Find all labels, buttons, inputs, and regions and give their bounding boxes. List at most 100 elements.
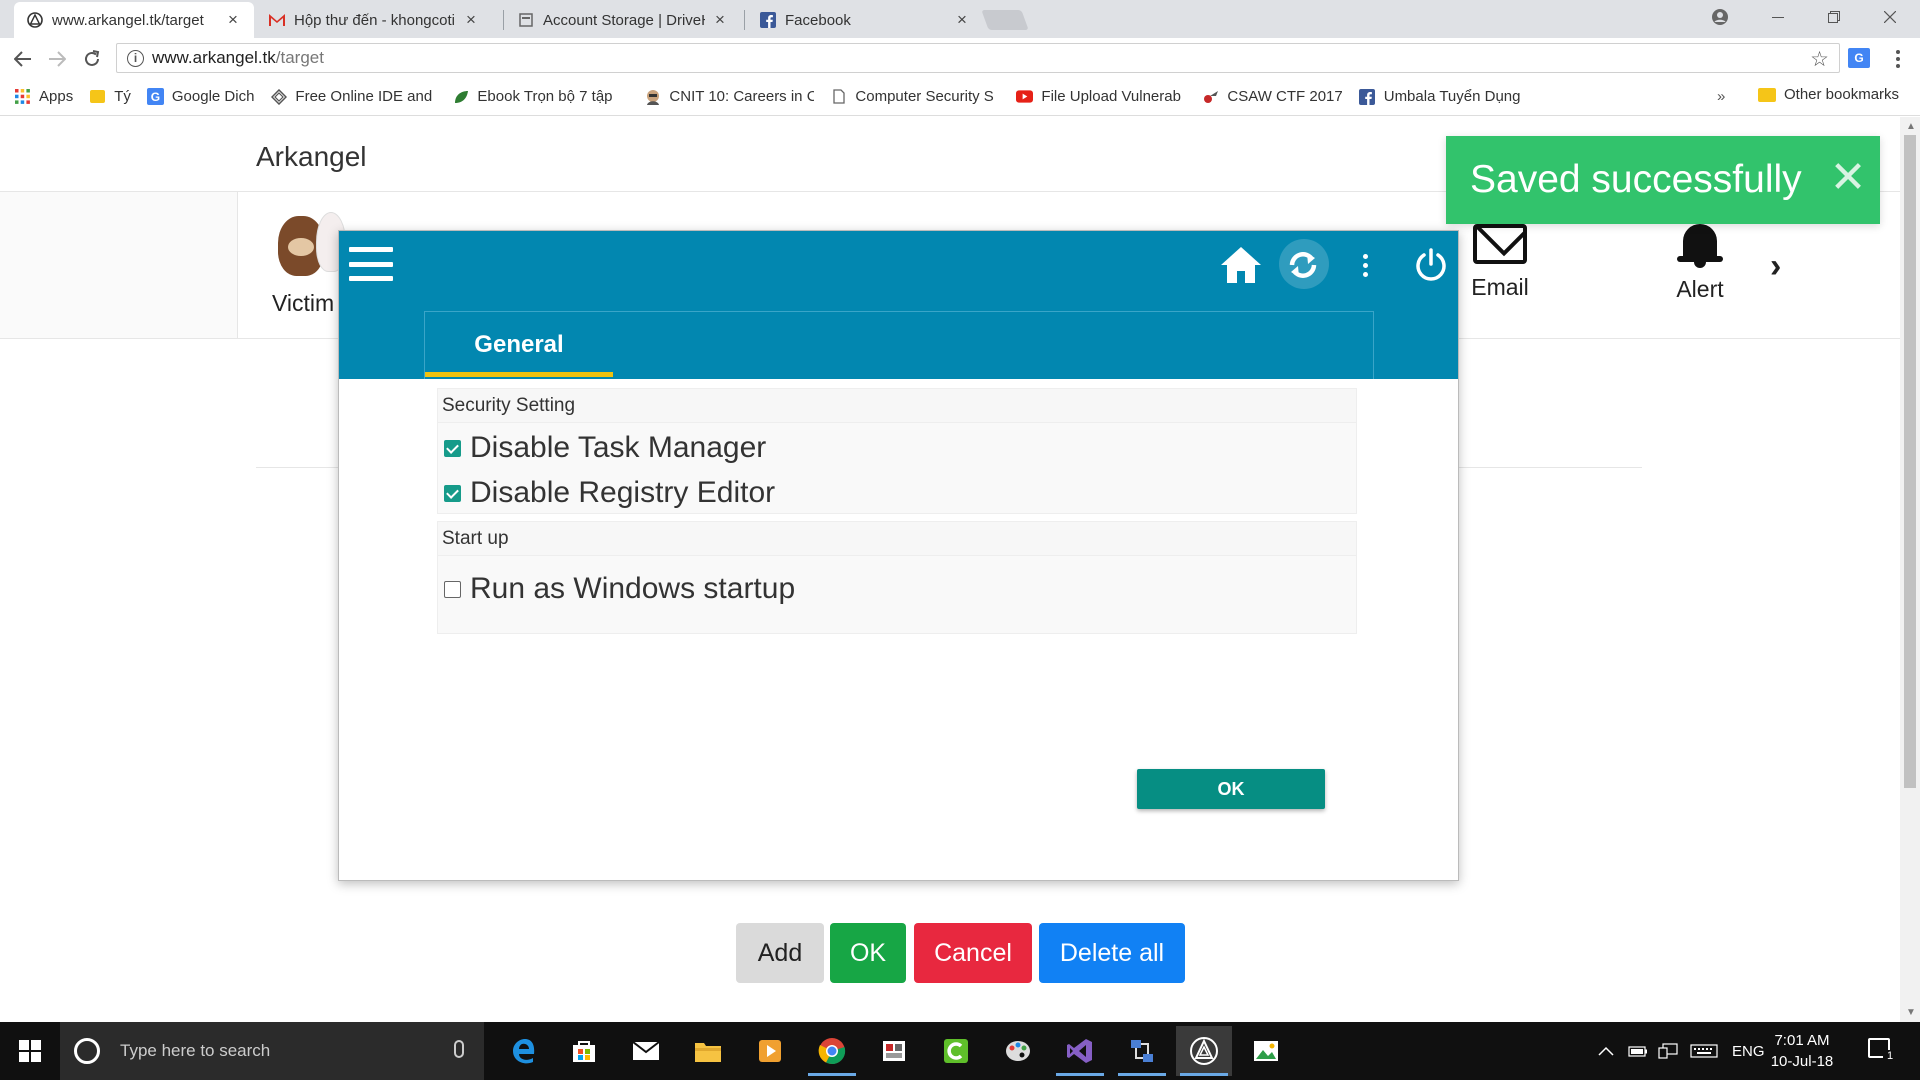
close-toast-icon[interactable]: ✕ <box>1828 156 1868 200</box>
bookmark-ty[interactable]: Tý <box>89 88 131 105</box>
close-window-icon[interactable] <box>1862 0 1918 34</box>
microphone-icon[interactable] <box>454 1040 464 1058</box>
folder-icon <box>1758 87 1776 102</box>
other-bookmarks[interactable]: Other bookmarks <box>1758 86 1899 103</box>
taskbar-search[interactable]: Type here to search <box>60 1022 484 1080</box>
bookmark-free-online-ide[interactable]: Free Online IDE and <box>270 88 436 105</box>
checkbox-unchecked[interactable] <box>444 580 461 598</box>
delete-all-button[interactable]: Delete all <box>1039 923 1185 983</box>
chrome-icon[interactable] <box>804 1026 860 1076</box>
taskbar-clock[interactable]: 7:01 AM 10-Jul-18 <box>1762 1030 1842 1072</box>
cancel-button[interactable]: Cancel <box>914 923 1032 983</box>
web-page: Arkangel Victim Email Alert › Saved succ… <box>0 117 1900 1022</box>
camtasia-icon[interactable] <box>928 1026 984 1076</box>
notification-count: 1 <box>1883 1050 1897 1064</box>
ok-button[interactable]: OK <box>830 923 906 983</box>
bookmark-label: CSAW CTF 2017 <box>1227 88 1343 105</box>
close-tab-icon[interactable]: × <box>224 10 242 29</box>
keyboard-icon[interactable] <box>1690 1022 1718 1080</box>
bookmark-cnit[interactable]: CNIT 10: Careers in C <box>644 88 814 105</box>
power-icon[interactable] <box>1407 241 1455 289</box>
show-hidden-icons[interactable] <box>1598 1022 1614 1080</box>
page-icon <box>830 88 847 105</box>
network-tool-icon[interactable] <box>1114 1026 1170 1076</box>
scroll-up-arrow-icon[interactable]: ▲ <box>1906 121 1916 132</box>
scroll-down-arrow-icon[interactable]: ▼ <box>1906 1007 1916 1018</box>
scrollbar-thumb[interactable] <box>1904 135 1916 788</box>
url-path: /target <box>275 48 324 67</box>
arkangel-app-icon[interactable] <box>1176 1026 1232 1076</box>
input-language[interactable]: ENG <box>1732 1022 1765 1080</box>
nav-email[interactable]: Email <box>1462 224 1538 301</box>
media-player-icon[interactable] <box>742 1026 798 1076</box>
site-info-icon[interactable]: i <box>127 49 144 67</box>
bookmark-star-icon[interactable]: ☆ <box>1810 47 1829 72</box>
option-disable-registry-editor[interactable]: Disable Registry Editor <box>438 473 1356 513</box>
section-title: Security Setting <box>438 389 1356 423</box>
google-translate-extension-icon[interactable]: G <box>1848 48 1870 68</box>
battery-icon[interactable] <box>1628 1022 1648 1080</box>
option-run-as-windows-startup[interactable]: Run as Windows startup <box>438 556 1356 622</box>
nav-left-panel <box>0 192 238 338</box>
bookmark-csaw[interactable]: CSAW CTF 2017 <box>1202 88 1343 105</box>
image-viewer-icon[interactable] <box>1238 1026 1294 1076</box>
checkbox-checked[interactable] <box>444 439 461 457</box>
visual-studio-icon[interactable] <box>1052 1026 1108 1076</box>
home-icon[interactable] <box>1217 241 1265 289</box>
forward-icon[interactable] <box>44 46 70 72</box>
mail-icon[interactable] <box>618 1026 674 1076</box>
bookmark-google-dich[interactable]: G Google Dich <box>146 88 254 105</box>
toast-message: Saved successfully <box>1470 158 1802 201</box>
restore-window-icon[interactable] <box>1806 0 1862 34</box>
close-tab-icon[interactable]: × <box>711 10 729 29</box>
nav-alert[interactable]: Alert <box>1662 220 1738 303</box>
tab-separator <box>503 10 504 30</box>
settings-dialog: General Security Setting Disable Task Ma… <box>338 230 1459 881</box>
chrome-menu-icon[interactable] <box>1890 46 1906 72</box>
new-tab-button[interactable] <box>981 10 1029 30</box>
bookmarks-overflow-button[interactable]: » <box>1717 88 1725 105</box>
close-tab-icon[interactable]: × <box>953 10 971 29</box>
add-button[interactable]: Add <box>736 923 824 983</box>
option-disable-task-manager[interactable]: Disable Task Manager <box>438 423 1356 473</box>
bookmark-label: Computer Security S <box>855 88 994 105</box>
chevron-right-icon[interactable]: › <box>1770 247 1781 286</box>
facebook-icon <box>759 11 777 29</box>
snipping-tool-icon[interactable] <box>866 1026 922 1076</box>
nav-alert-label: Alert <box>1676 276 1724 302</box>
checkbox-checked[interactable] <box>444 484 461 502</box>
profile-icon[interactable] <box>1692 0 1748 34</box>
tab-general[interactable]: General <box>425 312 613 378</box>
browser-tab-gmail[interactable]: Hộp thư đến - khongcoti × <box>256 2 492 38</box>
leaf-icon <box>452 88 469 105</box>
paint-icon[interactable] <box>990 1026 1046 1076</box>
hamburger-menu-icon[interactable] <box>349 247 393 281</box>
reload-icon[interactable] <box>79 46 105 72</box>
store-icon[interactable] <box>556 1026 612 1076</box>
network-icon[interactable] <box>1658 1022 1678 1080</box>
start-button[interactable] <box>0 1022 60 1080</box>
page-scrollbar[interactable]: ▲ ▼ <box>1900 117 1920 1022</box>
bookmark-file-upload[interactable]: File Upload Vulnerab <box>1016 88 1186 105</box>
minimize-window-icon[interactable] <box>1750 0 1806 34</box>
tab-title: Hộp thư đến - khongcoti <box>294 11 455 29</box>
bookmark-umbala[interactable]: Umbala Tuyển Dụng <box>1359 88 1529 105</box>
bookmark-label: File Upload Vulnerab <box>1041 88 1181 105</box>
back-icon[interactable] <box>10 46 36 72</box>
browser-tab-arkangel[interactable]: www.arkangel.tk/target × <box>14 2 254 38</box>
edge-icon[interactable] <box>496 1026 552 1076</box>
bookmark-apps[interactable]: Apps <box>14 88 73 105</box>
browser-tab-driveh[interactable]: Account Storage | DriveH × <box>505 2 741 38</box>
browser-tab-facebook[interactable]: Facebook × <box>747 2 983 38</box>
search-placeholder: Type here to search <box>120 1041 271 1060</box>
close-tab-icon[interactable]: × <box>462 10 480 29</box>
sync-icon[interactable] <box>1275 239 1331 289</box>
bookmark-ebook[interactable]: Ebook Trọn bộ 7 tập <box>452 88 628 105</box>
site-brand[interactable]: Arkangel <box>256 141 367 173</box>
address-bar[interactable]: i www.arkangel.tk/target ☆ <box>116 43 1840 73</box>
bookmark-computer-security[interactable]: Computer Security S <box>830 88 1000 105</box>
bookmark-label: CNIT 10: Careers in C <box>669 88 815 105</box>
file-explorer-icon[interactable] <box>680 1026 736 1076</box>
more-options-icon[interactable] <box>1355 241 1375 289</box>
dialog-ok-button[interactable]: OK <box>1137 769 1325 809</box>
